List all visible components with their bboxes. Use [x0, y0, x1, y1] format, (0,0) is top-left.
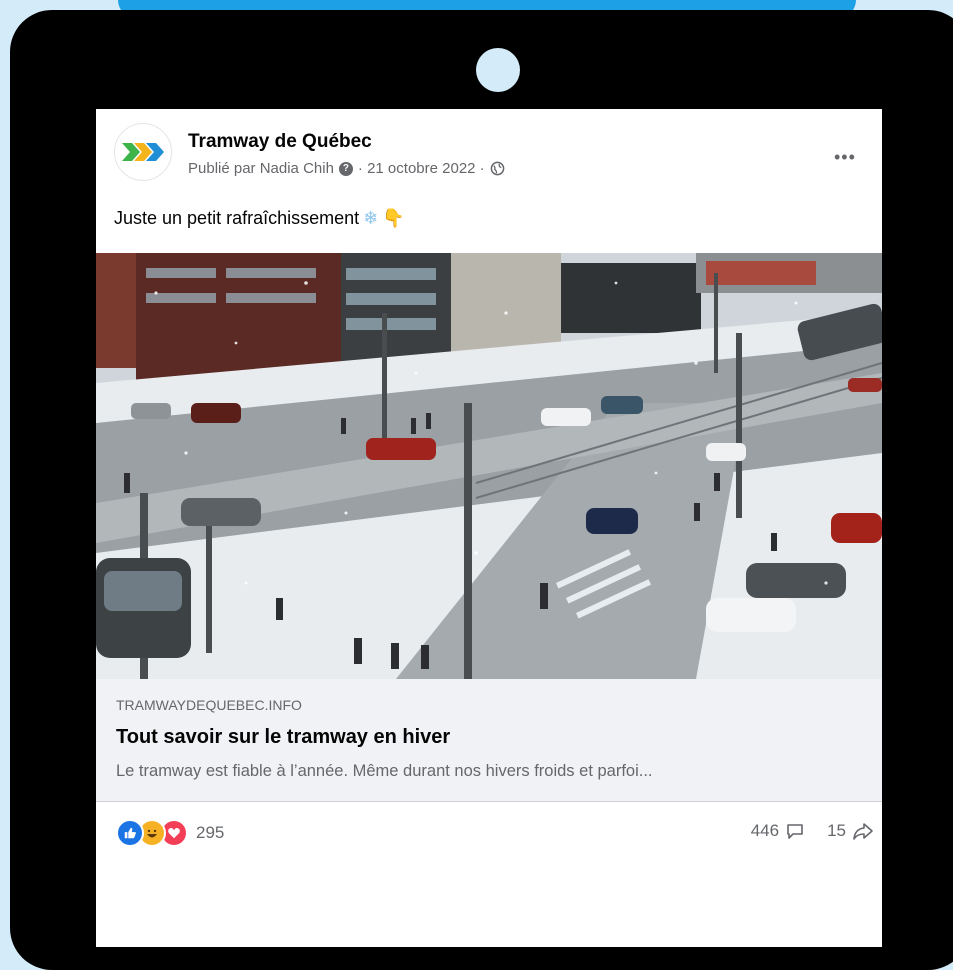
post-text: Juste un petit rafraîchissement ❄ 👇 [114, 208, 405, 229]
share-count[interactable]: 15 [827, 821, 846, 841]
tramway-logo-icon [122, 143, 164, 161]
like-icon [116, 819, 144, 847]
link-title[interactable]: Tout savoir sur le tramway en hiver [116, 726, 450, 749]
more-options-icon[interactable]: ••• [834, 147, 856, 168]
post-image[interactable] [96, 253, 882, 679]
share-icon[interactable] [852, 821, 874, 841]
post-header: Tramway de Québec Publié par Nadia Chih … [96, 109, 882, 199]
page-name-link[interactable]: Tramway de Québec [188, 131, 372, 153]
link-description: Le tramway est fiable à l’année. Même du… [116, 762, 653, 780]
post-date[interactable]: · 21 octobre 2022 · [358, 160, 485, 177]
snowflake-icon: ❄ [363, 208, 379, 228]
globe-icon [490, 161, 505, 176]
link-preview[interactable]: TRAMWAYDEQUEBEC.INFO Tout savoir sur le … [96, 679, 882, 802]
post-meta: Publié par Nadia Chih ? · 21 octobre 202… [188, 160, 505, 177]
comment-count[interactable]: 446 [751, 821, 779, 841]
question-circle-icon[interactable]: ? [338, 161, 353, 176]
winter-street-scene [96, 253, 882, 679]
reactions-summary[interactable]: 295 [116, 819, 224, 847]
camera-dot [476, 48, 520, 92]
engagement-stats: 446 15 [751, 821, 874, 841]
link-domain: TRAMWAYDEQUEBEC.INFO [116, 697, 302, 713]
pointing-down-icon: 👇 [382, 208, 405, 228]
reaction-count: 295 [196, 823, 225, 842]
facebook-post-card: Tramway de Québec Publié par Nadia Chih … [96, 109, 882, 947]
published-by[interactable]: Publié par Nadia Chih [188, 160, 334, 177]
post-message: Juste un petit rafraîchissement [114, 208, 360, 228]
comment-icon[interactable] [785, 821, 805, 841]
page-avatar[interactable] [114, 123, 172, 181]
